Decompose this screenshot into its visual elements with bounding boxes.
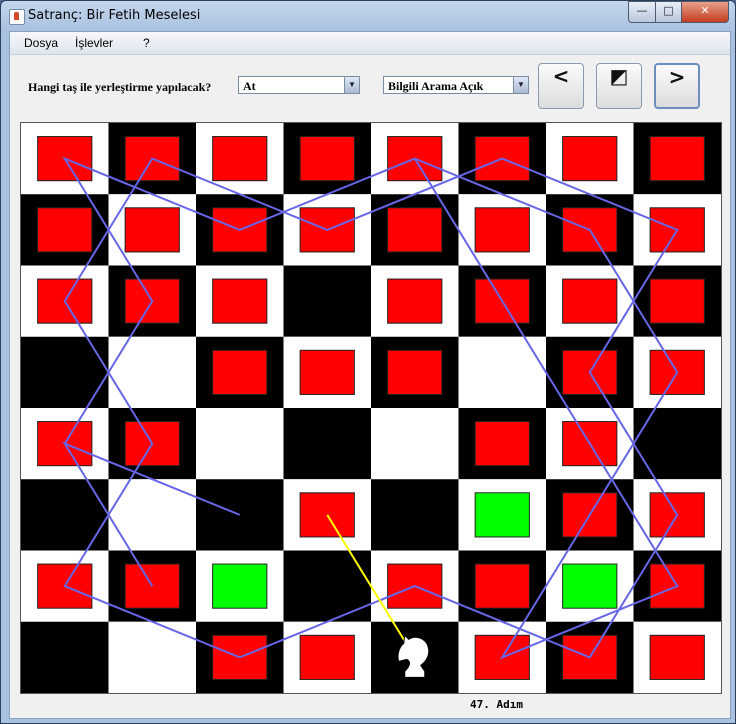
next-step-button[interactable]: > — [654, 63, 700, 109]
board-square[interactable] — [21, 479, 109, 551]
board-square[interactable] — [371, 479, 459, 551]
close-button[interactable]: ✕ — [681, 1, 729, 23]
board-square[interactable] — [108, 479, 197, 551]
visited-square-marker — [299, 349, 355, 395]
candidate-square-marker — [212, 563, 268, 609]
visited-square-marker — [212, 136, 268, 182]
visited-square-marker — [562, 278, 618, 324]
board-square[interactable] — [196, 408, 284, 480]
client-area: Dosya İşlevler ? Hangi taş ile yerleştir… — [9, 31, 731, 719]
search-mode-select[interactable]: Bilgili Arama Açık ▼ — [383, 76, 529, 94]
board-square[interactable] — [21, 336, 109, 408]
window-title: Satranç: Bir Fetih Meselesi — [28, 8, 201, 23]
menu-dosya[interactable]: Dosya — [24, 36, 58, 50]
step-counter: 47. Adım — [470, 698, 523, 711]
chess-board[interactable] — [20, 122, 722, 694]
piece-select-label: Hangi taş ile yerleştirme yapılacak? — [28, 80, 212, 94]
app-window: Satranç: Bir Fetih Meselesi — □ ✕ Dosya … — [0, 0, 736, 724]
board-square[interactable] — [21, 621, 109, 693]
visited-square-marker — [387, 349, 443, 395]
visited-square-marker — [299, 136, 355, 182]
piece-select[interactable]: At ▼ — [238, 76, 360, 94]
visited-square-marker — [124, 207, 180, 253]
chevron-down-icon[interactable]: ▼ — [513, 77, 528, 93]
candidate-square-marker — [562, 563, 618, 609]
board-square[interactable] — [108, 621, 197, 693]
board-square[interactable] — [283, 265, 372, 337]
board-square[interactable] — [458, 336, 547, 408]
search-mode-value: Bilgili Arama Açık — [388, 79, 484, 93]
visited-square-marker — [649, 278, 705, 324]
visited-square-marker — [649, 136, 705, 182]
menu-help[interactable]: ? — [143, 36, 150, 50]
visited-square-marker — [387, 207, 443, 253]
board-square[interactable] — [371, 408, 459, 480]
minimize-button[interactable]: — — [628, 1, 656, 23]
board-square[interactable] — [283, 550, 372, 622]
visited-square-marker — [474, 421, 530, 467]
visited-square-marker — [212, 349, 268, 395]
piece-select-value: At — [243, 79, 256, 93]
visited-square-marker — [474, 207, 530, 253]
board-canvas[interactable] — [21, 123, 721, 693]
board-square[interactable] — [283, 408, 372, 480]
previous-step-button[interactable]: < — [538, 63, 584, 109]
title-bar: Satranç: Bir Fetih Meselesi — □ ✕ — [1, 1, 736, 31]
menu-islevler[interactable]: İşlevler — [75, 36, 113, 50]
visited-square-marker — [299, 634, 355, 680]
visited-square-marker — [387, 278, 443, 324]
board-square[interactable] — [633, 408, 722, 480]
candidate-square-marker — [474, 492, 530, 538]
visited-square-marker — [212, 278, 268, 324]
menu-bar: Dosya İşlevler ? — [10, 32, 730, 55]
maximize-button[interactable]: □ — [655, 1, 682, 23]
reset-board-button[interactable]: ◩ — [596, 63, 642, 109]
chevron-down-icon[interactable]: ▼ — [344, 77, 359, 93]
visited-square-marker — [649, 634, 705, 680]
java-app-icon — [9, 9, 25, 25]
visited-square-marker — [37, 207, 93, 253]
visited-square-marker — [562, 136, 618, 182]
visited-square-marker — [474, 563, 530, 609]
board-square[interactable] — [108, 336, 197, 408]
